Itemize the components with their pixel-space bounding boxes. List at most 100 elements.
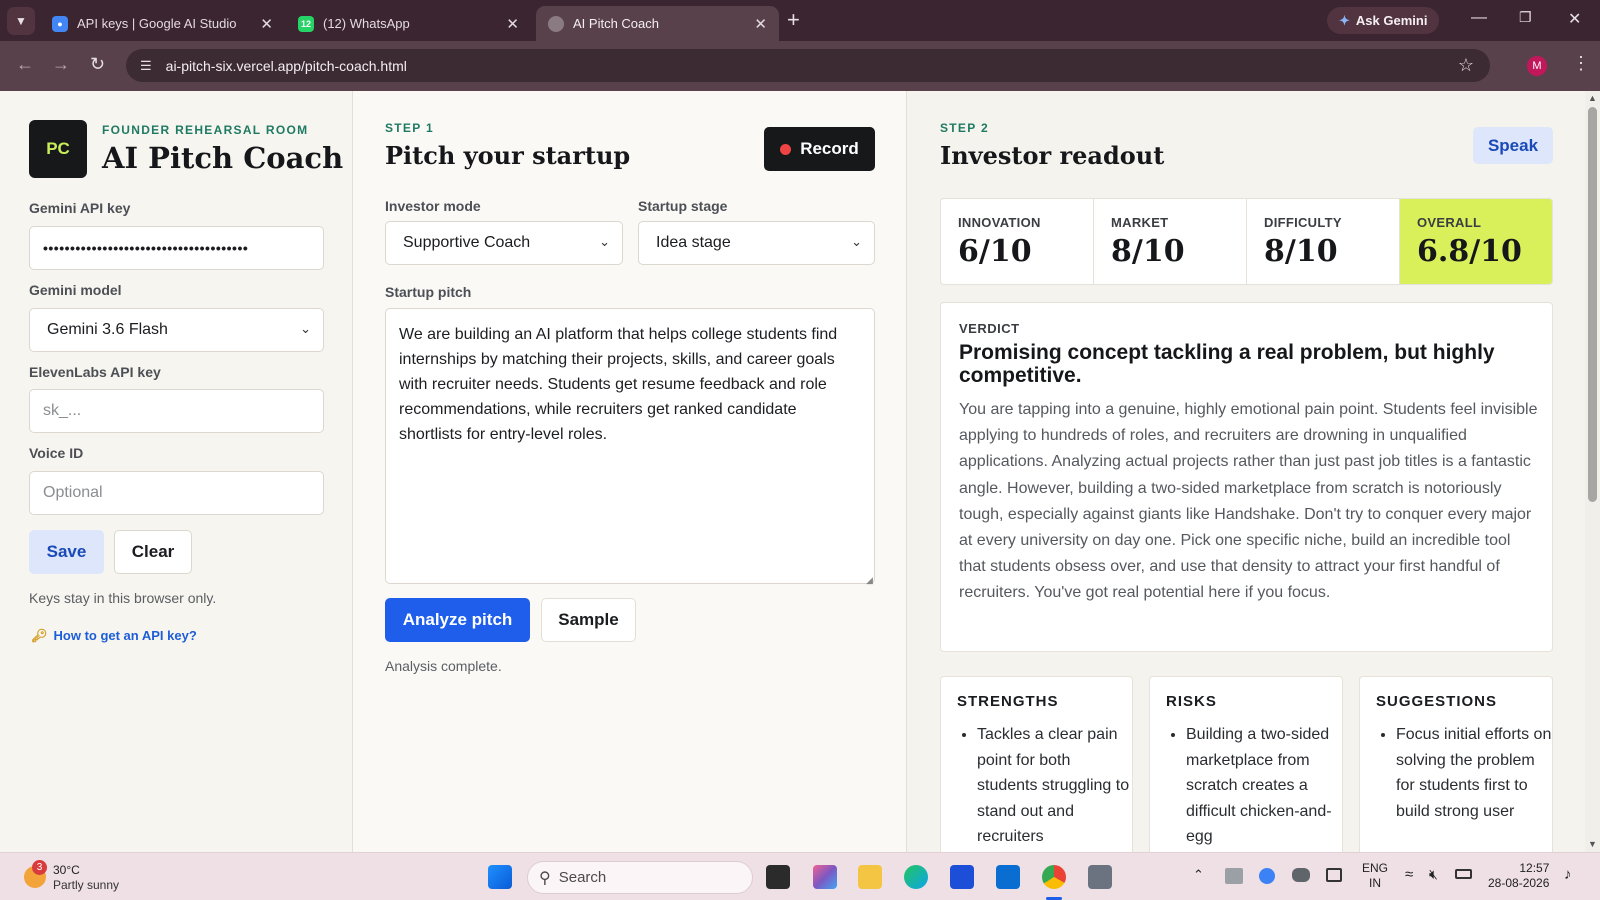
score-strip: INNOVATION 6/10 MARKET 8/10 DIFFICULTY 8… (940, 198, 1553, 285)
api-key-help-link[interactable]: 🔑︎ How to get an API key? (31, 628, 197, 644)
startup-stage-value: Idea stage (656, 234, 731, 251)
browser-tab-bar: ▼ ● API keys | Google AI Studio ✕ 12 (12… (0, 0, 1600, 41)
startup-stage-label: Startup stage (638, 198, 728, 214)
verdict-headline: Promising concept tackling a real proble… (959, 341, 1495, 387)
close-tab-icon[interactable]: ✕ (754, 15, 767, 33)
weather-temp: 30°C (53, 863, 80, 877)
tray-display-icon[interactable] (1326, 868, 1342, 882)
scroll-up-icon[interactable]: ▲ (1588, 93, 1597, 103)
elevenlabs-key-input[interactable]: sk_... (29, 389, 324, 433)
startup-pitch-textarea[interactable]: We are building an AI platform that help… (385, 308, 875, 584)
tab-ai-pitch-coach[interactable]: AI Pitch Coach ✕ (536, 6, 779, 41)
chevron-down-icon: ⌄ (599, 234, 610, 249)
gemini-model-label: Gemini model (29, 282, 122, 298)
close-tab-icon[interactable]: ✕ (506, 15, 519, 33)
taskbar-search[interactable]: ⚲ Search (527, 861, 753, 894)
new-tab-icon[interactable]: + (787, 9, 800, 31)
metric-difficulty: DIFFICULTY 8/10 (1247, 199, 1400, 284)
copilot-icon[interactable] (813, 865, 837, 889)
tab-whatsapp[interactable]: 12 (12) WhatsApp ✕ (286, 6, 531, 41)
sample-button[interactable]: Sample (541, 598, 636, 642)
tab-search-chevron-icon[interactable]: ▼ (7, 6, 35, 35)
page-scrollbar[interactable]: ▲ ▼ (1585, 91, 1600, 852)
profile-avatar[interactable]: M (1527, 56, 1547, 76)
chrome-icon[interactable] (1042, 865, 1066, 889)
investor-mode-select[interactable]: Supportive Coach ⌄ (385, 221, 623, 265)
task-view-icon[interactable] (766, 865, 790, 889)
scroll-down-icon[interactable]: ▼ (1588, 839, 1597, 849)
battery-icon[interactable] (1455, 869, 1472, 879)
edge-icon[interactable] (904, 865, 928, 889)
gemini-sparkle-icon: ✦ (1339, 12, 1350, 28)
suggestions-card: SUGGESTIONS Focus initial efforts on sol… (1359, 676, 1553, 866)
tab-title: AI Pitch Coach (573, 16, 659, 31)
gemini-key-input[interactable]: •••••••••••••••••••••••••••••••••••••• (29, 226, 324, 270)
back-icon[interactable]: ← (16, 54, 34, 75)
site-info-icon[interactable]: ☰ (140, 58, 152, 74)
startup-pitch-label: Startup pitch (385, 284, 472, 300)
tray-chevron-icon[interactable]: ⌃ (1193, 867, 1204, 883)
verdict-card: VERDICT Promising concept tackling a rea… (940, 302, 1553, 652)
gemini-key-label: Gemini API key (29, 200, 131, 216)
clock-date: 28-08-2026 (1488, 876, 1550, 890)
clear-button[interactable]: Clear (114, 530, 192, 574)
metric-innovation: INNOVATION 6/10 (941, 199, 1094, 284)
chevron-down-icon: ⌄ (300, 321, 311, 336)
restore-icon[interactable]: ❐ (1519, 9, 1532, 26)
clock-time: 12:57 (1519, 861, 1550, 875)
url-bar[interactable]: ☰ ai-pitch-six.vercel.app/pitch-coach.ht… (126, 49, 1490, 82)
resize-handle-icon[interactable]: ◢ (866, 575, 873, 586)
speak-button[interactable]: Speak (1473, 127, 1553, 164)
language-indicator[interactable]: ENG IN (1362, 861, 1388, 891)
gemini-model-value: Gemini 3.6 Flash (47, 321, 168, 338)
weather-widget[interactable]: 3 30°C Partly sunny (20, 860, 130, 894)
window-close-icon[interactable]: ✕ (1568, 9, 1581, 29)
onedrive-icon[interactable] (1292, 868, 1310, 882)
store-icon[interactable] (950, 865, 974, 889)
strengths-card: STRENGTHS Tackles a clear pain point for… (940, 676, 1133, 866)
search-placeholder: Search (558, 869, 607, 886)
app-logo: PC (29, 120, 87, 178)
close-tab-icon[interactable]: ✕ (260, 15, 273, 33)
ask-gemini-button[interactable]: ✦ Ask Gemini (1327, 7, 1440, 34)
metric-label: DIFFICULTY (1264, 215, 1342, 230)
lang-bottom: IN (1369, 876, 1381, 890)
scrollbar-thumb[interactable] (1588, 107, 1597, 502)
step-1-label: STEP 1 (385, 121, 434, 135)
file-explorer-icon[interactable] (858, 865, 882, 889)
url-text: ai-pitch-six.vercel.app/pitch-coach.html (165, 57, 407, 74)
metric-market: MARKET 8/10 (1094, 199, 1247, 284)
search-icon: ⚲ (539, 869, 551, 887)
gemini-model-select[interactable]: Gemini 3.6 Flash ⌄ (29, 308, 324, 352)
save-button[interactable]: Save (29, 530, 104, 574)
whatsapp-icon: 12 (298, 15, 314, 32)
sidebar-eyebrow: FOUNDER REHEARSAL ROOM (102, 123, 309, 137)
record-dot-icon (780, 143, 792, 155)
app-icon[interactable] (1088, 865, 1112, 889)
browser-menu-icon[interactable]: ⋮ (1572, 53, 1590, 74)
list-item: Building a two-sided marketplace from sc… (1186, 722, 1342, 850)
windows-start-icon[interactable] (488, 865, 512, 889)
forward-icon[interactable]: → (52, 54, 70, 75)
analyze-pitch-button[interactable]: Analyze pitch (385, 598, 530, 642)
minimize-icon[interactable]: — (1471, 9, 1487, 27)
voice-id-input[interactable]: Optional (29, 471, 324, 515)
record-button[interactable]: Record (764, 127, 875, 171)
startup-stage-select[interactable]: Idea stage ⌄ (638, 221, 875, 265)
reload-icon[interactable]: ↻ (90, 54, 105, 75)
clock[interactable]: 12:57 28-08-2026 (1488, 861, 1549, 891)
outlook-icon[interactable] (996, 865, 1020, 889)
metric-value: 6.8/10 (1417, 234, 1522, 269)
wifi-icon[interactable]: ≈ (1405, 866, 1413, 883)
bookmark-star-icon[interactable]: ☆ (1458, 55, 1474, 76)
volume-muted-icon[interactable]: 🔇︎ (1429, 866, 1438, 883)
suggestions-heading: SUGGESTIONS (1376, 693, 1498, 710)
metric-value: 6/10 (958, 234, 1032, 269)
tray-app-icon[interactable] (1259, 868, 1275, 884)
metric-label: MARKET (1111, 215, 1169, 230)
readout-panel: STEP 2 Investor readout Speak INNOVATION… (907, 91, 1585, 866)
notifications-bell-icon[interactable]: ♪ (1564, 866, 1572, 883)
tray-app-icon[interactable] (1225, 868, 1243, 884)
readout-title: Investor readout (940, 141, 1165, 170)
tab-google-ai-studio[interactable]: ● API keys | Google AI Studio ✕ (40, 6, 285, 41)
